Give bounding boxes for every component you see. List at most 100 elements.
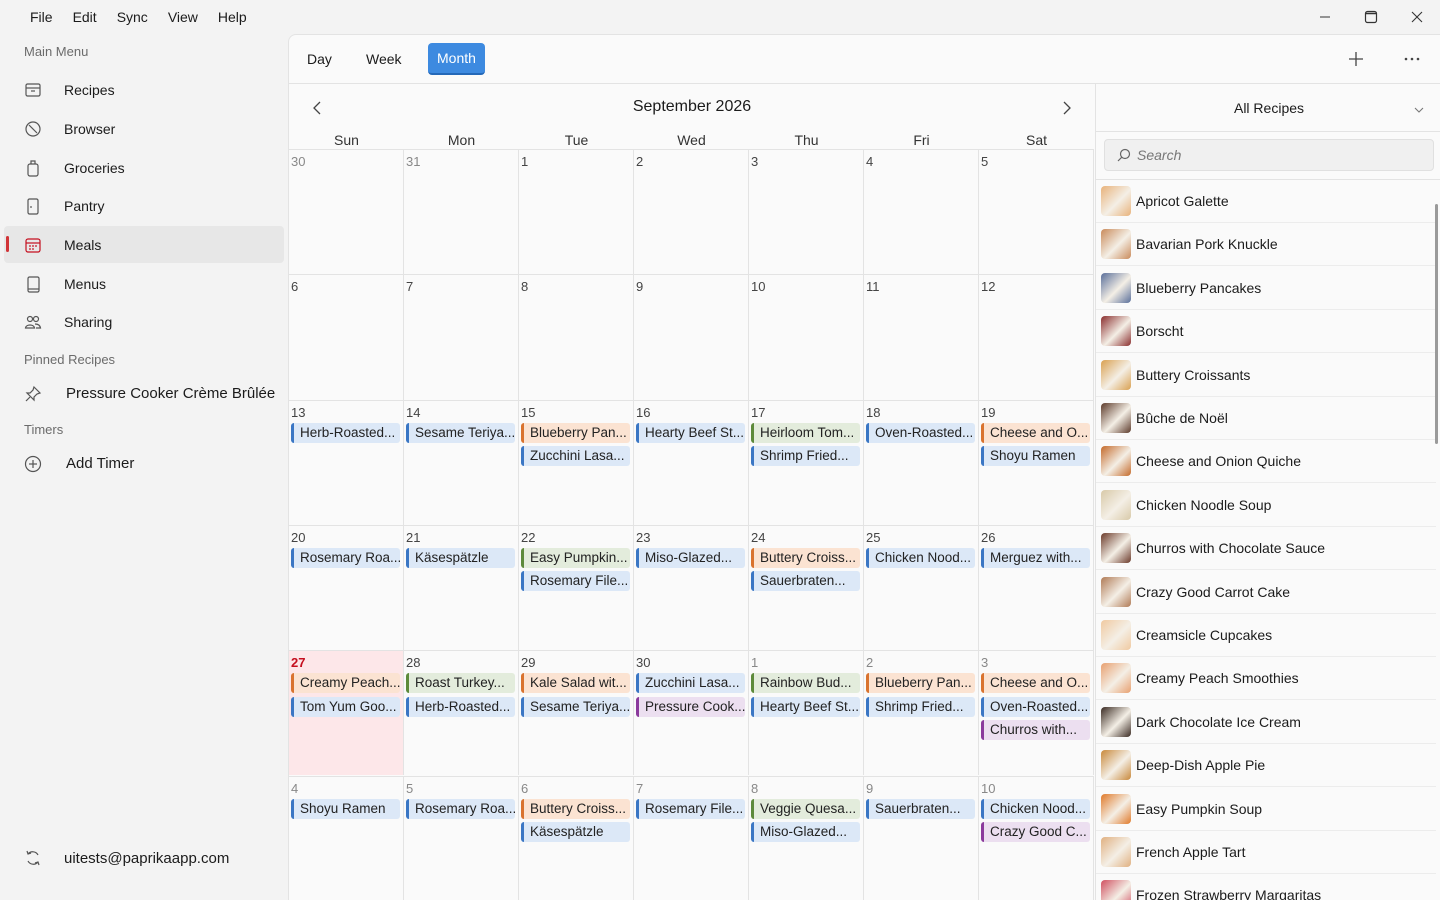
day-cell[interactable]: 1 [519,149,634,275]
menu-edit[interactable]: Edit [63,9,107,25]
meal-event[interactable]: Heirloom Tom... [751,422,860,443]
recipe-list-item[interactable]: Blueberry Pancakes [1096,267,1436,310]
meal-event[interactable]: Chicken Nood... [981,798,1090,819]
meal-event[interactable]: Herb-Roasted... [406,696,515,717]
day-cell[interactable]: 14 Sesame Teriya... [404,399,519,525]
day-cell[interactable]: 26 Merguez with... [979,524,1094,651]
day-cell[interactable]: 31 [404,149,519,275]
meal-event[interactable]: Creamy Peach... [291,673,400,694]
meal-event[interactable]: Rosemary File... [636,798,745,819]
account-sync[interactable]: uitests@paprikaapp.com [4,838,284,878]
meal-event[interactable]: Veggie Quesa... [751,798,860,819]
sidebar-item-pantry[interactable]: Pantry [4,187,284,224]
sidebar-item-groceries[interactable]: Groceries [4,149,284,186]
meal-event[interactable]: Crazy Good C... [981,822,1090,842]
day-cell[interactable]: 4 Shoyu Ramen [289,775,404,900]
day-cell[interactable]: 2 [634,149,749,275]
meal-event[interactable]: Miso-Glazed... [751,822,860,842]
day-cell[interactable]: 8 [519,274,634,400]
sidebar-item-browser[interactable]: Browser [4,110,284,147]
recipe-list-item[interactable]: Bavarian Pork Knuckle [1096,223,1436,267]
meal-event[interactable]: Shoyu Ramen [291,798,400,819]
meal-event[interactable]: Churros with... [981,720,1090,741]
view-week-button[interactable]: Week [357,43,411,75]
meal-event[interactable]: Sesame Teriya... [521,696,630,717]
day-cell[interactable]: 16 Hearty Beef St... [634,399,749,525]
recipe-list-item[interactable]: Crazy Good Carrot Cake [1096,571,1436,614]
day-cell[interactable]: 10 Chicken Nood... Crazy Good C... [979,775,1094,900]
day-cell[interactable]: 6 Buttery Croiss... Käsespätzle [519,775,634,900]
recipe-list-item[interactable]: Bûche de Noël [1096,397,1436,440]
day-cell[interactable]: 27 Creamy Peach... Tom Yum Goo... [289,650,404,776]
menu-file[interactable]: File [20,9,63,25]
menu-view[interactable]: View [158,9,208,25]
menu-help[interactable]: Help [208,9,257,25]
meal-event[interactable]: Sesame Teriya... [406,422,515,443]
day-cell[interactable]: 23 Miso-Glazed... [634,524,749,651]
meal-event[interactable]: Rosemary File... [521,571,630,592]
meal-event[interactable]: Roast Turkey... [406,673,515,694]
close-icon[interactable] [1394,0,1440,34]
meal-event[interactable]: Rosemary Roa... [406,798,515,819]
day-cell[interactable]: 25 Chicken Nood... [864,524,979,651]
recipe-list-item[interactable]: Apricot Galette [1096,180,1436,223]
meal-event[interactable]: Zucchini Lasa... [636,673,745,694]
day-cell[interactable]: 3 Cheese and O... Oven-Roasted... Churros w… [979,650,1094,776]
view-day-button[interactable]: Day [298,43,341,75]
meal-event[interactable]: Hearty Beef St... [636,422,745,443]
day-cell[interactable]: 9 Sauerbraten... [864,775,979,900]
day-cell[interactable]: 18 Oven-Roasted... [864,399,979,525]
meal-event[interactable]: Pressure Cook... [636,696,745,717]
recipe-list-item[interactable]: Easy Pumpkin Soup [1096,788,1436,831]
add-timer-button[interactable]: Add Timer [4,445,284,482]
meal-event[interactable]: Sauerbraten... [866,798,975,819]
meal-event[interactable]: Oven-Roasted... [866,422,975,443]
recipe-list-item[interactable]: Creamsicle Cupcakes [1096,614,1436,657]
recipe-list-item[interactable]: Dark Chocolate Ice Cream [1096,701,1436,744]
meal-event[interactable]: Buttery Croiss... [521,798,630,819]
meal-event[interactable]: Chicken Nood... [866,547,975,568]
meal-event[interactable]: Käsespätzle [521,822,630,842]
recipe-list-item[interactable]: French Apple Tart [1096,831,1436,874]
pinned-recipe-item[interactable]: Pressure Cooker Crème Brûlée [4,375,284,412]
recipe-list-item[interactable]: Cheese and Onion Quiche [1096,440,1436,484]
day-cell[interactable]: 5 Rosemary Roa... [404,775,519,900]
recipe-list-item[interactable]: Borscht [1096,310,1436,354]
menu-sync[interactable]: Sync [107,9,158,25]
recipe-list-item[interactable]: Creamy Peach Smoothies [1096,657,1436,701]
next-month-icon[interactable] [1055,96,1079,120]
minimize-icon[interactable] [1302,0,1348,34]
day-cell[interactable]: 11 [864,274,979,400]
day-cell[interactable]: 15 Blueberry Pan... Zucchini Lasa... [519,399,634,525]
meal-event[interactable]: Oven-Roasted... [981,696,1090,717]
meal-event[interactable]: Hearty Beef St... [751,696,860,717]
recipe-list-scrollbar[interactable] [1435,204,1438,444]
meal-event[interactable]: Cheese and O... [981,673,1090,694]
day-cell[interactable]: 21 Käsespätzle [404,524,519,651]
meal-event[interactable]: Herb-Roasted... [291,422,400,443]
day-cell[interactable]: 3 [749,149,864,275]
meal-event[interactable]: Easy Pumpkin... [521,547,630,568]
meal-event[interactable]: Rosemary Roa... [291,547,400,568]
day-cell[interactable]: 28 Roast Turkey... Herb-Roasted... [404,650,519,776]
day-cell[interactable]: 29 Kale Salad wit... Sesame Teriya... [519,650,634,776]
meal-event[interactable]: Buttery Croiss... [751,547,860,568]
recipe-list-item[interactable]: Churros with Chocolate Sauce [1096,527,1436,571]
day-cell[interactable]: 4 [864,149,979,275]
meal-event[interactable]: Rainbow Bud... [751,673,860,694]
day-cell[interactable]: 6 [289,274,404,400]
add-icon[interactable] [1338,43,1374,75]
day-cell[interactable]: 5 [979,149,1094,275]
day-cell[interactable]: 20 Rosemary Roa... [289,524,404,651]
recipe-list-item[interactable]: Deep-Dish Apple Pie [1096,744,1436,788]
recipe-list-item[interactable]: Chicken Noodle Soup [1096,484,1436,527]
day-cell[interactable]: 2 Blueberry Pan... Shrimp Fried... [864,650,979,776]
view-month-button[interactable]: Month [428,43,485,75]
day-cell[interactable]: 1 Rainbow Bud... Hearty Beef St... [749,650,864,776]
sidebar-item-menus[interactable]: Menus [4,265,284,302]
meal-event[interactable]: Kale Salad wit... [521,673,630,694]
sidebar-item-recipes[interactable]: Recipes [4,71,284,108]
meal-event[interactable]: Sauerbraten... [751,571,860,592]
day-cell[interactable]: 7 [404,274,519,400]
maximize-icon[interactable] [1348,0,1394,34]
